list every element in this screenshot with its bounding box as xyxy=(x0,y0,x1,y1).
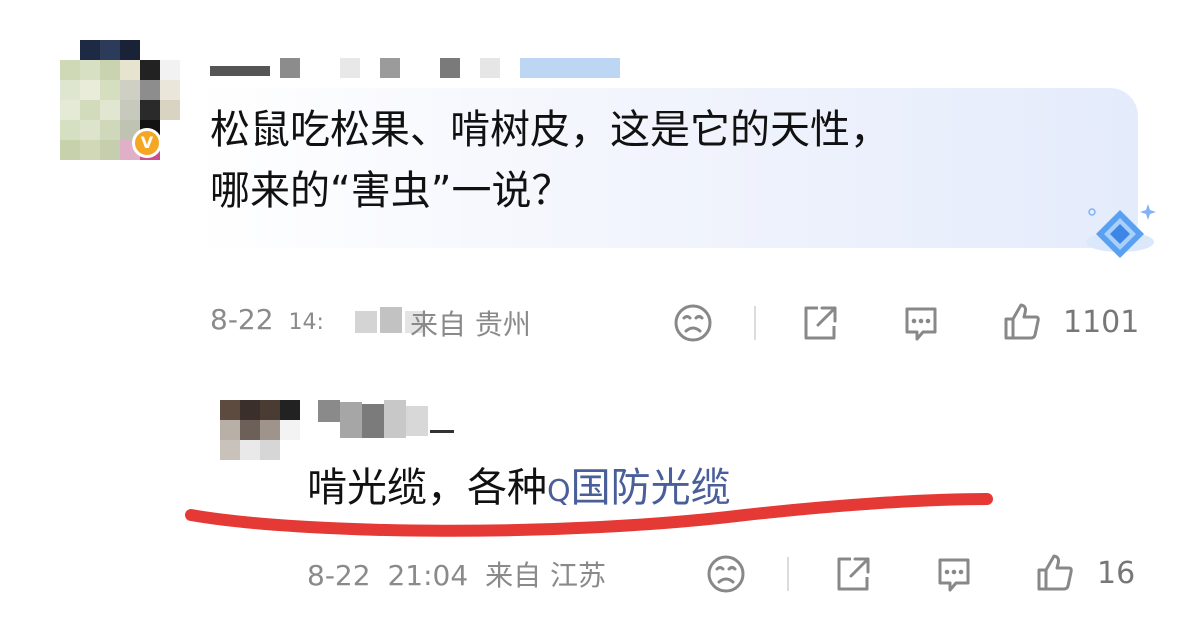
username-blurred[interactable] xyxy=(318,400,458,438)
diamond-badge-icon xyxy=(1080,200,1160,270)
username-blurred[interactable] xyxy=(210,58,630,78)
verified-badge-icon: V xyxy=(132,128,162,158)
like-count: 16 xyxy=(1097,556,1136,591)
share-icon[interactable] xyxy=(831,552,875,596)
avatar[interactable] xyxy=(60,40,180,160)
comment-meta: 8-22 14: xyxy=(210,303,324,336)
like-icon[interactable] xyxy=(1000,300,1044,344)
comment-icon[interactable] xyxy=(899,301,943,345)
divider xyxy=(754,306,756,340)
comment-text: 松鼠吃松果、啃树皮，这是它的天性， 哪来的“害虫”一说？ xyxy=(210,100,1090,222)
reply-meta: 8-22 21:04 来自 江苏 xyxy=(307,554,606,594)
comment-icon[interactable] xyxy=(932,552,976,596)
dislike-icon[interactable] xyxy=(671,301,715,345)
reply-date: 8-22 xyxy=(307,559,371,592)
comment-text-line2: 哪来的“害虫”一说？ xyxy=(210,168,572,214)
comment-text-line1: 松鼠吃松果、啃树皮，这是它的天性， xyxy=(210,107,890,153)
dislike-icon[interactable] xyxy=(704,552,748,596)
comment-time: 14: xyxy=(288,310,324,335)
share-icon[interactable] xyxy=(798,301,842,345)
comment-source: 来自 贵州 xyxy=(410,308,531,341)
red-annotation-stroke xyxy=(185,493,993,537)
divider xyxy=(787,557,789,591)
reply-time: 21:04 xyxy=(387,559,469,592)
comment-date: 8-22 xyxy=(210,303,274,336)
avatar[interactable] xyxy=(220,400,300,462)
like-count: 1101 xyxy=(1063,305,1140,340)
reply-source: 来自 江苏 xyxy=(485,559,606,592)
like-icon[interactable] xyxy=(1033,551,1077,595)
